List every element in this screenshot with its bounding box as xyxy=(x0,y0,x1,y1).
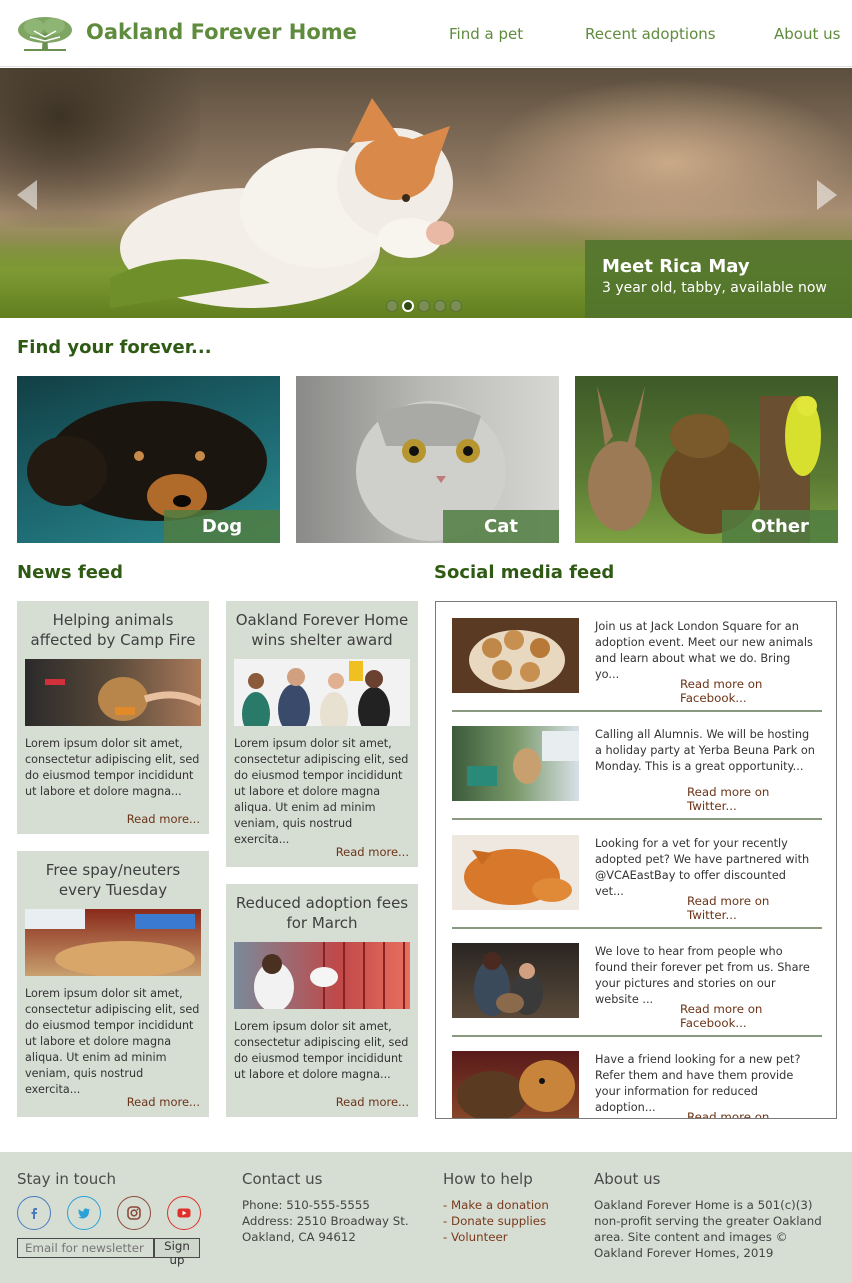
carousel-prev-arrow-icon[interactable] xyxy=(17,180,37,210)
kitten-image xyxy=(110,98,454,308)
read-more-facebook-link[interactable]: Read more on Facebook... xyxy=(680,1002,822,1030)
news-title[interactable]: Oakland Forever Home wins shelter award xyxy=(234,610,410,650)
signup-button[interactable]: Sign up xyxy=(154,1238,200,1267)
news-card: Free spay/neuters every Tuesday Lorem ip… xyxy=(17,851,209,1117)
about-text: Oakland Forever Home is a 501(c)(3) non-… xyxy=(594,1198,822,1260)
social-feed-panel: Join us at Jack London Square for an ado… xyxy=(435,601,837,1119)
social-post-text: Join us at Jack London Square for an ado… xyxy=(595,620,813,681)
hero-carousel: Meet Rica May 3 year old, tabby, availab… xyxy=(0,68,852,318)
news-image xyxy=(234,659,410,726)
hero-caption-title: Meet Rica May xyxy=(602,256,750,277)
pet-label-cat: Cat xyxy=(443,510,559,543)
news-title[interactable]: Helping animals affected by Camp Fire xyxy=(25,610,201,650)
find-heading: Find your forever... xyxy=(17,337,212,358)
about-heading: About us xyxy=(594,1170,661,1188)
social-post-text: We love to hear from people who found th… xyxy=(595,945,810,1006)
pet-card-dog[interactable]: Dog xyxy=(17,376,280,543)
social-post-image xyxy=(452,943,579,1018)
social-post-text: Calling all Alumnis. We will be hosting … xyxy=(595,728,815,773)
news-heading: News feed xyxy=(17,562,124,583)
pet-card-cat[interactable]: Cat xyxy=(296,376,559,543)
news-body: Lorem ipsum dolor sit amet, consectetur … xyxy=(25,737,200,798)
read-more-link[interactable]: Read more... xyxy=(127,1095,200,1109)
pet-label-other: Other xyxy=(722,510,838,543)
news-card: Oakland Forever Home wins shelter award … xyxy=(226,601,418,867)
volunteer-link[interactable]: - Volunteer xyxy=(443,1229,508,1245)
carousel-dot[interactable] xyxy=(434,300,446,312)
read-more-twitter-link[interactable]: Read more on Twitter... xyxy=(687,1110,822,1118)
youtube-icon[interactable] xyxy=(167,1196,201,1230)
instagram-icon[interactable] xyxy=(117,1196,151,1230)
carousel-dot[interactable] xyxy=(418,300,430,312)
brand-name[interactable]: Oakland Forever Home xyxy=(86,20,357,44)
news-card: Reduced adoption fees for March Lorem ip… xyxy=(226,884,418,1117)
social-heading: Social media feed xyxy=(434,562,615,583)
carousel-dot[interactable] xyxy=(386,300,398,312)
news-card: Helping animals affected by Camp Fire Lo… xyxy=(17,601,209,834)
contact-phone: Phone: 510-555-5555 xyxy=(242,1198,370,1212)
site-header: Oakland Forever Home Find a pet Recent a… xyxy=(0,0,852,67)
hero-caption[interactable]: Meet Rica May 3 year old, tabby, availab… xyxy=(585,240,852,318)
hero-caption-subtitle: 3 year old, tabby, available now xyxy=(602,280,827,296)
read-more-link[interactable]: Read more... xyxy=(336,845,409,859)
social-post-text: Looking for a vet for your recently adop… xyxy=(595,837,810,898)
nav-about-us[interactable]: About us xyxy=(774,25,840,43)
news-body: Lorem ipsum dolor sit amet, consectetur … xyxy=(234,1020,409,1081)
make-donation-link[interactable]: - Make a donation xyxy=(443,1197,549,1213)
site-footer: Stay in touch Sign up Contact us Phone: … xyxy=(0,1152,852,1283)
news-body: Lorem ipsum dolor sit amet, consectetur … xyxy=(25,987,200,1096)
contact-address-line1: Address: 2510 Broadway St. xyxy=(242,1214,409,1228)
social-post-image xyxy=(452,835,579,910)
read-more-link[interactable]: Read more... xyxy=(127,812,200,826)
newsletter-email-input[interactable] xyxy=(17,1238,154,1258)
contact-heading: Contact us xyxy=(242,1170,323,1188)
news-body: Lorem ipsum dolor sit amet, consectetur … xyxy=(234,737,409,846)
social-post-image xyxy=(452,1051,579,1118)
nav-recent-adoptions[interactable]: Recent adoptions xyxy=(585,25,716,43)
oak-tree-logo-icon[interactable] xyxy=(16,15,74,53)
stay-in-touch-heading: Stay in touch xyxy=(17,1170,117,1188)
read-more-twitter-link[interactable]: Read more on Twitter... xyxy=(687,785,822,813)
carousel-dot-active[interactable] xyxy=(402,300,414,312)
pet-card-other[interactable]: Other xyxy=(575,376,838,543)
contact-address-line2: Oakland, CA 94612 xyxy=(242,1230,356,1244)
read-more-link[interactable]: Read more... xyxy=(336,1095,409,1109)
nav-find-a-pet[interactable]: Find a pet xyxy=(449,25,523,43)
carousel-dots xyxy=(386,297,466,316)
news-image xyxy=(25,909,201,976)
news-image xyxy=(234,942,410,1009)
social-post-text: Have a friend looking for a new pet? Ref… xyxy=(595,1053,801,1114)
read-more-facebook-link[interactable]: Read more on Facebook... xyxy=(680,677,822,705)
social-post-image xyxy=(452,726,579,801)
news-title[interactable]: Free spay/neuters every Tuesday xyxy=(25,860,201,900)
news-image xyxy=(25,659,201,726)
facebook-icon[interactable] xyxy=(17,1196,51,1230)
social-post-image xyxy=(452,618,579,693)
read-more-twitter-link[interactable]: Read more on Twitter... xyxy=(687,894,822,922)
twitter-icon[interactable] xyxy=(67,1196,101,1230)
news-title[interactable]: Reduced adoption fees for March xyxy=(234,893,410,933)
pet-label-dog: Dog xyxy=(164,510,280,543)
donate-supplies-link[interactable]: - Donate supplies xyxy=(443,1213,546,1229)
carousel-next-arrow-icon[interactable] xyxy=(817,180,837,210)
carousel-dot[interactable] xyxy=(450,300,462,312)
how-to-help-heading: How to help xyxy=(443,1170,533,1188)
